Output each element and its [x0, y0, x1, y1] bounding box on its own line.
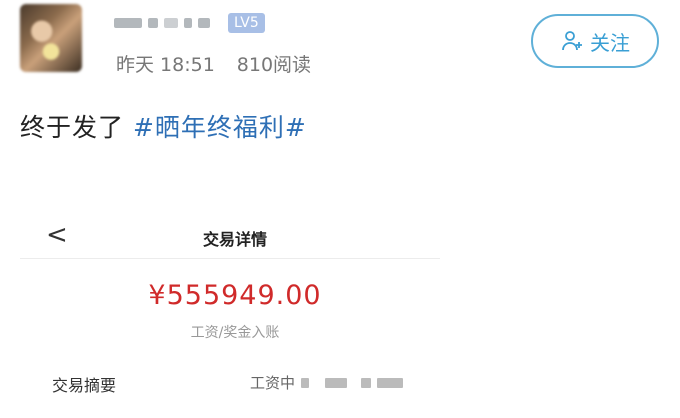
post-body: 终于发了 [20, 113, 125, 142]
add-user-icon [562, 31, 582, 51]
transaction-amount: ¥555949.00 [148, 280, 322, 311]
level-badge: LV5 [228, 13, 265, 33]
user-avatar[interactable] [20, 4, 82, 72]
summary-value-text: 工资中 [250, 374, 296, 392]
username-blurred[interactable] [114, 14, 218, 32]
post-text: 终于发了 #晒年终福利# [20, 108, 307, 144]
summary-value: 工资中 [250, 372, 404, 393]
divider [20, 258, 440, 259]
read-count: 810阅读 [236, 54, 312, 76]
summary-label: 交易摘要 [52, 376, 117, 395]
follow-label: 关注 [590, 30, 630, 55]
transaction-detail-title: 交易详情 [202, 230, 267, 249]
follow-button[interactable]: 关注 [531, 14, 659, 68]
hashtag-link[interactable]: #晒年终福利# [133, 113, 307, 142]
post-meta: 昨天 18:51 810阅读 [116, 50, 311, 77]
post-time: 昨天 18:51 [116, 54, 215, 76]
transaction-type: 工资/奖金入账 [190, 325, 280, 341]
